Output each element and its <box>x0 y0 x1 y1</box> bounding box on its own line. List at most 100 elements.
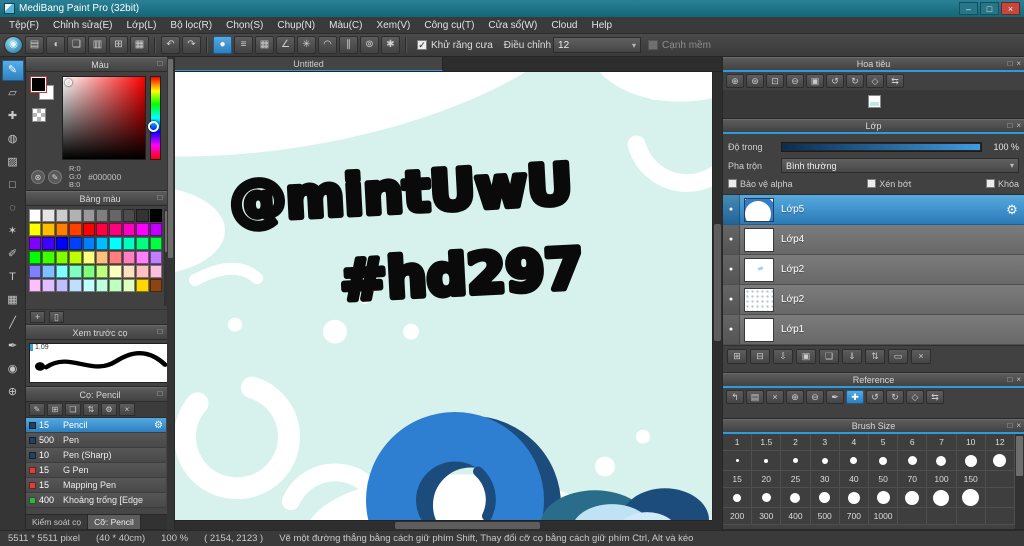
web-color-icon[interactable]: ⊛ <box>31 170 45 184</box>
brush-size-cell[interactable]: 4 <box>839 434 869 451</box>
close-panel-icon[interactable]: × <box>1016 375 1021 384</box>
color-swatch[interactable] <box>149 265 162 278</box>
brush-size-circle-cell[interactable] <box>723 451 753 471</box>
brush-size-cell[interactable]: 30 <box>810 471 840 488</box>
color-swatch[interactable] <box>109 265 122 278</box>
color-swatch[interactable] <box>55 251 69 264</box>
color-swatch[interactable] <box>109 279 122 292</box>
menu-filter[interactable]: Bộ lọc(R) <box>163 18 219 33</box>
close-button[interactable]: × <box>1001 2 1020 15</box>
alpha-lock-checkbox[interactable]: Bảo vệ alpha <box>728 179 793 189</box>
brush-size-cell[interactable]: 7 <box>927 434 957 451</box>
menu-select[interactable]: Chọn(S) <box>219 18 270 33</box>
zoom-area-icon[interactable]: ⊛ <box>746 74 764 88</box>
canvas[interactable]: @mintUwU #hd297 <box>175 72 712 520</box>
curve-snap-icon[interactable]: ◠ <box>318 36 337 54</box>
brush-size-cell[interactable]: 15 <box>723 471 753 488</box>
brush-shape-icon[interactable]: ● <box>213 36 232 54</box>
rotate-cw-icon[interactable]: ↻ <box>846 74 864 88</box>
color-swatch[interactable] <box>109 209 122 222</box>
color-swatch[interactable] <box>82 265 95 278</box>
brush-size-circle-cell[interactable] <box>869 451 899 471</box>
grid-icon[interactable]: ⊞ <box>109 36 128 54</box>
color-swatch[interactable] <box>42 265 55 278</box>
grid-snap-icon[interactable]: ▦ <box>255 36 274 54</box>
delete-color-icon[interactable]: ▯ <box>49 311 64 323</box>
scrollbar-thumb[interactable] <box>395 522 541 529</box>
redo-button[interactable]: ↷ <box>182 36 201 54</box>
menu-file[interactable]: Tệp(F) <box>2 18 46 33</box>
brush-size-circle-cell[interactable] <box>898 488 928 508</box>
brush-size-circle-cell[interactable] <box>810 488 840 508</box>
brush-size-circle-cell[interactable] <box>927 451 957 471</box>
brush-size-circle-cell[interactable] <box>781 488 811 508</box>
lasso-tool[interactable]: ◌ <box>2 198 24 219</box>
brush-size-cell[interactable]: 2 <box>781 434 811 451</box>
hand-icon[interactable]: ✚ <box>846 390 864 404</box>
menu-cloud[interactable]: Cloud <box>544 18 584 33</box>
layer-visibility-toggle[interactable]: ● <box>723 195 740 224</box>
soft-edge-checkbox[interactable]: Cạnh mềm <box>648 40 711 51</box>
brush-size-circle-cell[interactable] <box>956 451 986 471</box>
color-swatch[interactable] <box>42 251 55 264</box>
folder-icon[interactable]: ▣ <box>796 348 816 364</box>
color-swatch[interactable] <box>149 279 162 292</box>
layer-visibility-toggle[interactable]: ● <box>723 285 740 314</box>
layer-settings-icon[interactable]: ⚙ <box>1000 202 1024 218</box>
color-swatch[interactable] <box>136 279 149 292</box>
scrollbar-thumb[interactable] <box>168 59 173 258</box>
zoom-out-icon[interactable]: ⊖ <box>806 390 824 404</box>
navigator-thumbnail[interactable] <box>868 95 881 108</box>
vanishing-point-icon[interactable]: ∠ <box>276 36 295 54</box>
color-swatch[interactable] <box>149 237 162 250</box>
copy-icon[interactable]: ❏ <box>67 36 86 54</box>
brush-size-circle-cell[interactable] <box>839 451 869 471</box>
flip-horizontal-icon[interactable]: ⇆ <box>886 74 904 88</box>
layer-row[interactable]: ● Lớp5 ⚙ <box>723 195 1024 225</box>
navigator-preview[interactable] <box>723 90 1024 118</box>
brush-size-cell[interactable]: 5 <box>869 434 899 451</box>
zoom-fit-icon[interactable]: ⊡ <box>766 74 784 88</box>
brush-size-circle-cell[interactable] <box>985 451 1015 471</box>
brush-panel-tab[interactable]: Cỡ: Pencil <box>88 515 141 529</box>
color-swatch[interactable] <box>95 265 109 278</box>
duplicate-brush-icon[interactable]: ❏ <box>65 403 81 416</box>
duplicate-layer-icon[interactable]: ❏ <box>819 348 839 364</box>
float-panel-icon[interactable]: □ <box>157 193 162 202</box>
color-swatch[interactable] <box>42 223 55 236</box>
brush-size-cell[interactable]: 1000 <box>869 508 899 525</box>
color-swatch[interactable] <box>82 209 95 222</box>
brush-size-circle-cell[interactable] <box>839 488 869 508</box>
eyedropper-tool[interactable]: ✒ <box>2 336 24 357</box>
minimize-button[interactable]: – <box>959 2 978 15</box>
menu-window[interactable]: Cửa sổ(W) <box>481 18 544 33</box>
select-pen-tool[interactable]: ✐ <box>2 244 24 265</box>
float-panel-icon[interactable]: □ <box>1007 375 1012 384</box>
delete-layer-icon[interactable]: × <box>911 348 931 364</box>
color-swatch[interactable] <box>82 237 95 250</box>
color-swatch[interactable] <box>29 251 42 264</box>
brush-size-cell[interactable]: 12 <box>985 434 1015 451</box>
brush-size-cell[interactable]: 100 <box>927 471 957 488</box>
scrollbar-thumb[interactable] <box>714 224 721 341</box>
brush-size-cell[interactable]: 300 <box>752 508 782 525</box>
zoom-out-icon[interactable]: ⊖ <box>786 74 804 88</box>
brush-size-cell[interactable]: 500 <box>810 508 840 525</box>
float-panel-icon[interactable]: □ <box>157 59 162 68</box>
brush-size-cell[interactable]: 400 <box>781 508 811 525</box>
color-swatch[interactable] <box>55 265 69 278</box>
brush-size-scrollbar[interactable] <box>1015 434 1024 529</box>
float-panel-icon[interactable]: □ <box>1007 421 1012 430</box>
delete-brush-icon[interactable]: × <box>119 403 135 416</box>
color-swatch[interactable] <box>109 251 122 264</box>
brush-size-circle-cell[interactable] <box>927 488 957 508</box>
color-swatch[interactable] <box>42 209 55 222</box>
brush-item[interactable]: 15 Pencil ⚙ <box>26 418 166 433</box>
brush-item[interactable]: 15 Mapping Pen <box>26 478 166 493</box>
color-swatch[interactable] <box>109 237 122 250</box>
color-swatch[interactable] <box>82 251 95 264</box>
flip-icon[interactable]: ⇆ <box>926 390 944 404</box>
color-swatch[interactable] <box>29 279 42 292</box>
scrollbar-thumb[interactable] <box>1016 436 1023 476</box>
color-swatch[interactable] <box>29 265 42 278</box>
